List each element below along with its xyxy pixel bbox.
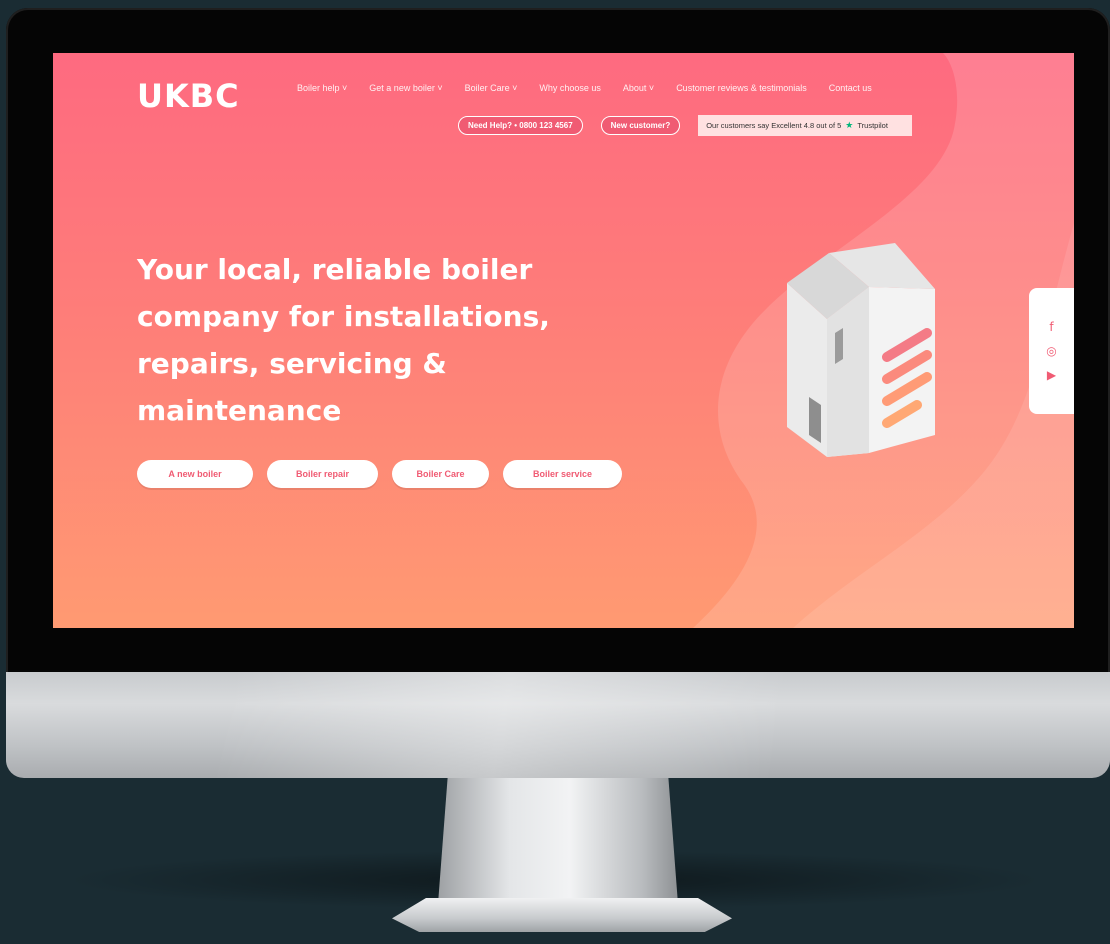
- new-boiler-button[interactable]: A new boiler: [137, 460, 253, 488]
- monitor-scene: UKBC Boiler help ˅ Get a new boiler ˅ Bo…: [0, 0, 1110, 944]
- monitor-stand-neck: [438, 778, 678, 904]
- nav-item-new-boiler[interactable]: Get a new boiler ˅: [369, 83, 442, 93]
- nav-item-reviews[interactable]: Customer reviews & testimonials: [676, 83, 807, 93]
- nav-item-why-choose-us[interactable]: Why choose us: [539, 83, 601, 93]
- house-illustration: [787, 243, 935, 457]
- trustpilot-widget[interactable]: Our customers say Excellent 4.8 out of 5…: [698, 115, 913, 136]
- instagram-icon[interactable]: ◎: [1046, 345, 1056, 357]
- need-help-button[interactable]: Need Help? • 0800 123 4567: [458, 116, 583, 135]
- nav-item-about[interactable]: About ˅: [623, 83, 654, 93]
- monitor-stand-base: [392, 898, 732, 932]
- facebook-icon[interactable]: f: [1049, 321, 1053, 333]
- website-screen: UKBC Boiler help ˅ Get a new boiler ˅ Bo…: [53, 53, 1074, 628]
- star-icon: ★: [845, 120, 854, 130]
- site-logo[interactable]: UKBC: [137, 77, 240, 115]
- trustpilot-text: Our customers say Excellent 4.8 out of 5: [706, 121, 842, 130]
- nav-item-boiler-care[interactable]: Boiler Care ˅: [465, 83, 518, 93]
- main-nav: Boiler help ˅ Get a new boiler ˅ Boiler …: [297, 83, 872, 93]
- new-customer-button[interactable]: New customer?: [600, 116, 681, 135]
- header-actions: Need Help? • 0800 123 4567 New customer?…: [458, 115, 913, 136]
- hero-cta-row: A new boiler Boiler repair Boiler Care B…: [137, 460, 622, 488]
- chin-shine: [6, 672, 1110, 778]
- boiler-service-button[interactable]: Boiler service: [503, 460, 622, 488]
- boiler-care-button[interactable]: Boiler Care: [392, 460, 489, 488]
- nav-item-contact[interactable]: Contact us: [829, 83, 872, 93]
- monitor-chin: [6, 672, 1110, 778]
- nav-item-boiler-help[interactable]: Boiler help ˅: [297, 83, 347, 93]
- hero-headline: Your local, reliable boiler company for …: [137, 253, 550, 427]
- youtube-icon[interactable]: ▶: [1047, 369, 1056, 381]
- trustpilot-brand: Trustpilot: [857, 121, 888, 130]
- boiler-repair-button[interactable]: Boiler repair: [267, 460, 378, 488]
- social-sidebar: f ◎ ▶: [1029, 288, 1074, 414]
